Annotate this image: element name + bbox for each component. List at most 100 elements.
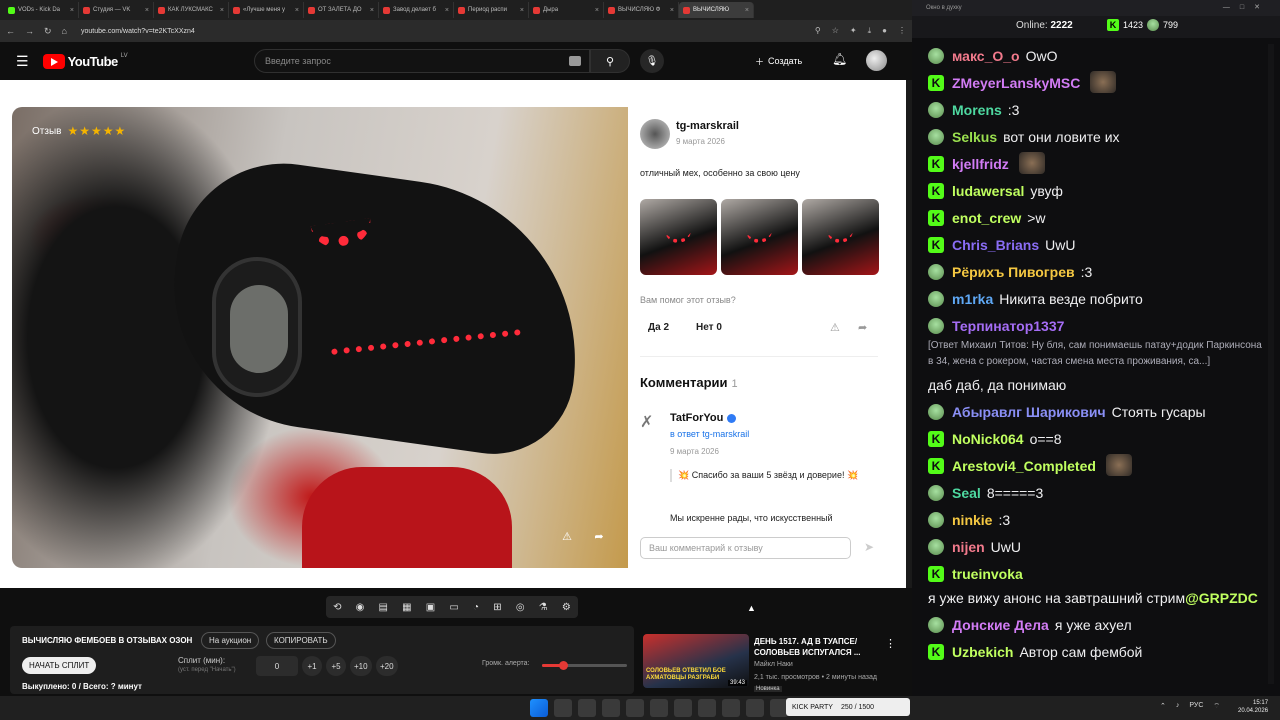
tab-close-icon[interactable]: × xyxy=(670,7,674,14)
browser-tab[interactable]: VODs - Kick Da × xyxy=(4,2,79,18)
tab-close-icon[interactable]: × xyxy=(370,7,374,14)
reload-icon[interactable]: ↻ xyxy=(44,26,52,37)
browser-tab[interactable]: ВЫЧИСЛЯЮ Ф × xyxy=(604,2,679,18)
more-options-icon[interactable]: ⋮ xyxy=(885,637,896,650)
flask-icon[interactable]: ⚗ xyxy=(539,602,548,613)
review-thumbnail[interactable] xyxy=(802,199,879,275)
app-icon[interactable] xyxy=(746,699,764,717)
add-icon[interactable]: ⊞ xyxy=(493,602,501,613)
share-icon[interactable]: ➦ xyxy=(590,527,608,545)
add-20-button[interactable]: +20 xyxy=(376,656,398,676)
chat-username[interactable]: Arestovi4_Completed xyxy=(952,454,1096,478)
tray-up-icon[interactable]: ⌃ xyxy=(1160,702,1166,711)
vote-yes-button[interactable]: Да 2 xyxy=(648,322,669,333)
browser-tab[interactable]: «Лучше меня у × xyxy=(229,2,304,18)
add-1-button[interactable]: +1 xyxy=(302,656,322,676)
copy-button[interactable]: КОПИРОВАТЬ xyxy=(266,632,336,649)
chrome-icon[interactable] xyxy=(554,699,572,717)
chat-username[interactable]: m1rka xyxy=(952,287,993,311)
chat-username[interactable]: ludawersal xyxy=(952,179,1024,203)
subtitles-icon[interactable]: ▭ xyxy=(449,602,458,613)
report-icon[interactable]: ⚠ xyxy=(558,527,576,545)
send-icon[interactable]: ➤ xyxy=(864,540,874,554)
loop-icon[interactable]: ⟲ xyxy=(333,602,341,613)
chat-username[interactable]: Seal xyxy=(952,481,981,505)
comment-author-name[interactable]: TatForYou xyxy=(670,412,723,424)
volume-knob[interactable] xyxy=(559,661,569,670)
browser-tab[interactable]: ОТ ЗАЛЕТА ДО × xyxy=(304,2,379,18)
profile-icon[interactable]: ● xyxy=(882,26,887,36)
add-10-button[interactable]: +10 xyxy=(350,656,372,676)
video-player[interactable]: Отзыв ★★★★★ ⚠ ➦ tg-marskrail 9 марта 202… xyxy=(0,80,906,588)
app-icon[interactable] xyxy=(698,699,716,717)
split-minutes-input[interactable]: 0 xyxy=(256,656,298,676)
menu-dots-icon[interactable]: ⋮ xyxy=(898,26,906,36)
chat-window-controls[interactable]: —□✕ xyxy=(1223,3,1270,11)
youtube-logo[interactable]: YouTube LV xyxy=(42,53,128,69)
alert-volume-slider[interactable] xyxy=(542,661,627,670)
tab-close-icon[interactable]: × xyxy=(295,7,299,14)
tab-close-icon[interactable]: × xyxy=(520,7,524,14)
settings-gear-icon[interactable]: ⚙ xyxy=(562,602,571,613)
auction-button[interactable]: На аукцион xyxy=(201,632,260,649)
tab-close-icon[interactable]: × xyxy=(595,7,599,14)
speed-icon[interactable]: ◔ xyxy=(473,602,479,613)
chat-scrollbar[interactable] xyxy=(1268,44,1274,684)
clock[interactable]: 15:17 20.04.2026 xyxy=(1238,699,1268,715)
chat-username[interactable]: Selkus xyxy=(952,125,997,149)
create-button[interactable]: ＋ Создать xyxy=(755,51,802,71)
url-field[interactable]: youtube.com/watch?v=te2KTcXXzn4 xyxy=(81,28,195,35)
comment-input[interactable]: Ваш комментарий к отзыву xyxy=(640,537,851,559)
browser-tab[interactable]: Дыра × xyxy=(529,2,604,18)
tab-close-icon[interactable]: × xyxy=(445,7,449,14)
language-indicator[interactable]: РУС xyxy=(1189,702,1203,711)
start-split-button[interactable]: НАЧАТЬ СПЛИТ xyxy=(22,657,97,674)
bookmark-star-icon[interactable]: ☆ xyxy=(832,26,839,36)
spotify-icon[interactable] xyxy=(650,699,668,717)
search-button[interactable]: ⚲ xyxy=(590,49,630,73)
playlist-icon[interactable]: ▤ xyxy=(379,602,388,613)
browser-tab[interactable]: Завод делает б × xyxy=(379,2,454,18)
browser-tab[interactable]: ВЫЧИСЛЯЮ × xyxy=(679,2,754,18)
search-input[interactable]: Введите запрос xyxy=(254,49,590,73)
report-review-icon[interactable]: ⚠ xyxy=(830,321,840,334)
discord-icon[interactable] xyxy=(602,699,620,717)
network-icon[interactable]: ⌔ xyxy=(1213,702,1220,711)
camera-icon[interactable]: ◎ xyxy=(516,602,525,613)
chat-username[interactable]: Донские Дела xyxy=(952,613,1049,637)
home-icon[interactable]: ⌂ xyxy=(62,26,67,36)
tab-close-icon[interactable]: × xyxy=(70,7,74,14)
chat-username[interactable]: Morens xyxy=(952,98,1002,122)
tab-close-icon[interactable]: × xyxy=(220,7,224,14)
chat-username[interactable]: Рёрихъ Пивогрев xyxy=(952,260,1075,284)
explorer-icon[interactable] xyxy=(578,699,596,717)
extensions-icon[interactable]: ✦ xyxy=(850,26,857,36)
voice-search-button[interactable]: 🎙 xyxy=(640,49,664,73)
start-icon[interactable] xyxy=(530,699,548,717)
tab-close-icon[interactable]: × xyxy=(745,7,749,14)
chat-username[interactable]: enot_crew xyxy=(952,206,1021,230)
chat-username[interactable]: ninkie xyxy=(952,508,992,532)
chat-username[interactable]: trueinvoka xyxy=(952,562,1023,586)
picture-in-picture-icon[interactable]: ▣ xyxy=(426,602,435,613)
chat-username[interactable]: Абыравлг Шарикович xyxy=(952,400,1106,424)
chat-username[interactable]: макс_O_o xyxy=(952,44,1020,68)
forward-icon[interactable]: → xyxy=(25,26,34,36)
chat-username[interactable]: kjellfridz xyxy=(952,152,1009,176)
suggested-video-title[interactable]: ДЕНЬ 1517. АД В ТУАПСЕ/ СОЛОВЬЕВ ИСПУГАЛ… xyxy=(754,636,882,658)
chat-username[interactable]: Chris_Brians xyxy=(952,233,1039,257)
add-5-button[interactable]: +5 xyxy=(326,656,346,676)
suggested-video-thumbnail[interactable]: СОЛОВЬЕВ ОТВЕТИЛ БОЕ АХМАТОВЦЫ РАЗГРАБИ … xyxy=(643,634,749,688)
app-icon[interactable] xyxy=(722,699,740,717)
audio-icon[interactable]: ◉ xyxy=(356,602,365,613)
reviewer-name[interactable]: tg-marskrail xyxy=(676,120,739,132)
tab-close-icon[interactable]: × xyxy=(145,7,149,14)
keyboard-icon[interactable] xyxy=(569,56,581,66)
zoom-icon[interactable]: ⚲ xyxy=(815,26,821,36)
obs-icon[interactable] xyxy=(674,699,692,717)
mic-tray-icon[interactable]: ♪ xyxy=(1176,702,1180,711)
chat-mention[interactable]: @GRPZDC xyxy=(1185,586,1258,610)
notifications-bell-icon[interactable]: 🔔︎ xyxy=(832,52,847,66)
chat-username[interactable]: Uzbekich xyxy=(952,640,1013,664)
chat-username[interactable]: ZMeyerLanskyMSC xyxy=(952,71,1080,95)
